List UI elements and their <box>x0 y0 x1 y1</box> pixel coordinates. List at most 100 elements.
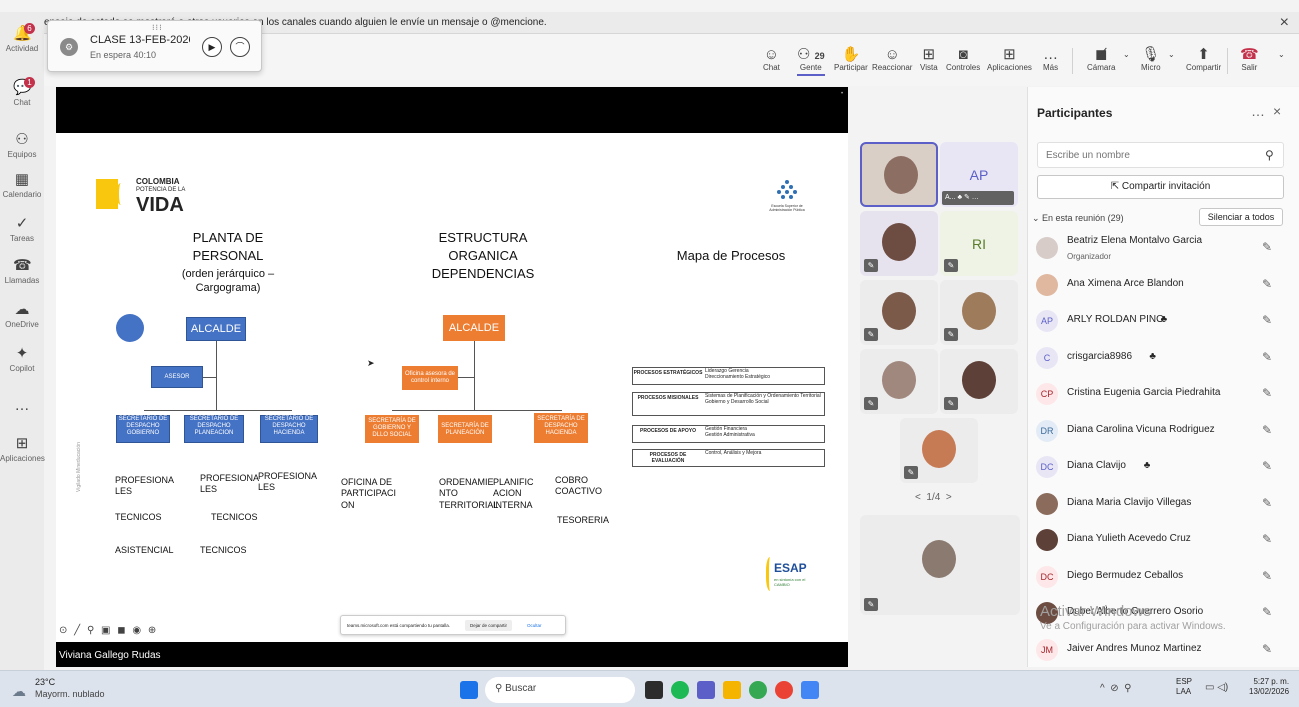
weather-text: Mayorm. nublado <box>35 689 105 699</box>
mic-label: Micro <box>1141 63 1161 72</box>
task-view-icon[interactable] <box>645 681 663 699</box>
participant-row[interactable]: Ana Ximena Arce Blandon ✎ <box>1028 267 1299 303</box>
video-tile[interactable]: RI ✎ <box>940 211 1018 276</box>
rail-item-0[interactable]: 🔔 Actividad 6 <box>0 23 44 53</box>
language-indicator[interactable]: ESP LAA <box>1176 677 1192 697</box>
rail-item-8[interactable]: … <box>0 398 44 416</box>
spotify-icon[interactable] <box>671 681 689 699</box>
end-call-button[interactable]: ⌒ <box>230 37 250 57</box>
participant-row[interactable]: CP Cristina Eugenia Garcia Piedrahita ✎ <box>1028 376 1299 412</box>
divider <box>1227 48 1228 74</box>
participant-row[interactable]: Beatriz Elena Montalvo Garcia Organizador… <box>1028 230 1299 266</box>
mic-off-icon: ✎ <box>864 598 878 611</box>
tray-icons[interactable]: ^ ⊘ ⚲ <box>1100 683 1132 694</box>
react-button[interactable]: ☺ Reaccionar <box>872 46 912 72</box>
process-label: PROCESOS ESTRATÉGICOS <box>633 370 703 376</box>
plus-icon: ⊞ <box>1003 46 1016 63</box>
resume-button[interactable]: ▶ <box>202 37 222 57</box>
rail-item-1[interactable]: 💬 Chat 1 <box>0 77 44 107</box>
view-button[interactable]: ⊞ Vista <box>920 46 938 72</box>
video-tile[interactable]: ✎ <box>860 211 938 276</box>
org-sec-planeacion-box: SECRETARIO DE DESPACHO PLANEACION <box>184 415 244 443</box>
share-invite-button[interactable]: ⇱ Compartir invitación <box>1037 175 1284 199</box>
raise-hand-button[interactable]: ✋ Participar <box>834 46 868 72</box>
participant-row[interactable]: JM Jaiver Andres Munoz Martinez ✎ <box>1028 632 1299 668</box>
process-label: PROCESOS DE APOYO <box>640 428 696 434</box>
explorer-icon[interactable] <box>723 681 741 699</box>
pager-text: 1/4 <box>926 492 941 503</box>
video-tile[interactable]: ✎ <box>860 280 938 345</box>
edge-icon[interactable] <box>749 681 767 699</box>
phone-icon: ☎ <box>13 257 32 274</box>
participant-row[interactable]: Diana Yulieth Acevedo Cruz ✎ <box>1028 522 1299 558</box>
controls-button[interactable]: ◙ Controles <box>946 46 980 72</box>
share-button[interactable]: ⬆ Compartir <box>1186 46 1221 72</box>
rail-item-6[interactable]: ☁ OneDrive <box>0 302 44 330</box>
drag-handle-icon[interactable]: ⁝⁝⁝ <box>152 23 163 32</box>
video-tile[interactable]: ✎ <box>900 418 978 483</box>
rail-item-5[interactable]: ☎ Llamadas <box>0 257 44 286</box>
apps-button[interactable]: ⊞ Aplicaciones <box>987 46 1032 72</box>
rail-item-7[interactable]: ✦ Copilot <box>0 346 44 374</box>
apps-icon: ⊞ <box>15 435 29 452</box>
participant-name: Diana Carolina Vicuna Rodriguez <box>1067 423 1215 435</box>
participant-row[interactable]: DR Diana Carolina Vicuna Rodriguez ✎ <box>1028 413 1299 449</box>
mic-off-icon: ✎ <box>1262 532 1273 546</box>
video-tile[interactable]: AP A... ♣ ✎ … <box>940 142 1018 207</box>
chevron-down-icon[interactable]: ⌄ <box>1123 50 1130 59</box>
share-icon: ⬆ <box>1197 46 1210 63</box>
participant-row[interactable]: AP ARLY ROLDAN PINO ♣ ✎ <box>1028 303 1299 339</box>
mic-button[interactable]: 🎙 Micro <box>1141 46 1161 72</box>
on-hold-call-card[interactable]: ⁝⁝⁝ ⚙ CLASE 13-FEB-2026 - S En espera 40… <box>47 20 262 72</box>
chevron-down-icon[interactable]: ⌄ <box>1168 50 1175 59</box>
calendar-icon: ▦ <box>14 171 30 188</box>
teams-icon[interactable] <box>697 681 715 699</box>
participant-row[interactable]: Diana Maria Clavijo Villegas ✎ <box>1028 486 1299 522</box>
participants-panel: Participantes … × ⚲ ⇱ Compartir invitaci… <box>1027 87 1299 667</box>
chevron-down-icon[interactable]: ⌄ <box>1278 50 1285 59</box>
weather-icon[interactable]: ☁ <box>12 683 26 700</box>
leave-label: Salir <box>1241 63 1258 72</box>
participant-row[interactable]: DC Diego Bermudez Ceballos ✎ <box>1028 559 1299 595</box>
rail-item-3[interactable]: ▦ Calendario <box>0 171 44 200</box>
guest-icon: ♣ <box>1143 460 1151 471</box>
col3-title: Mapa de Procesos <box>676 248 786 263</box>
grid-icon: ⊞ <box>922 46 936 63</box>
start-icon[interactable] <box>460 681 478 699</box>
video-tile-large[interactable]: ✎ <box>860 515 1020 615</box>
rail-item-9[interactable]: ⊞ Aplicaciones <box>0 435 45 464</box>
participant-row[interactable]: DC Diana Clavijo ♣ ✎ <box>1028 449 1299 485</box>
participant-row[interactable]: Ccrisgarcia8986 ♣ ✎ <box>1028 340 1299 376</box>
esap-logo-sub: en sintonía con el CAMBIO <box>774 577 806 587</box>
mute-all-button[interactable]: Silenciar a todos <box>1199 208 1283 226</box>
avatar: CP <box>1036 383 1058 405</box>
apps-label: Aplicaciones <box>987 63 1032 72</box>
taskbar-search[interactable]: ⚲ Buscar <box>485 677 635 703</box>
rail-item-2[interactable]: ⚇ Equipos <box>0 132 44 160</box>
more-button[interactable]: … Más <box>1043 46 1058 72</box>
more-icon[interactable]: … <box>1251 103 1265 119</box>
close-icon[interactable]: × <box>1273 103 1281 119</box>
video-tile[interactable] <box>860 142 938 207</box>
text-cobro-coactivo: COBRO COACTIVO <box>555 475 603 497</box>
stop-sharing-button[interactable]: Dejar de compartir <box>465 620 513 631</box>
app-icon[interactable] <box>801 681 819 699</box>
grid-pager[interactable]: < 1/4 > <box>915 492 952 503</box>
mic-off-icon: ✎ <box>864 259 878 272</box>
video-tile[interactable]: ✎ <box>860 349 938 414</box>
annotation-tools[interactable]: ⊙ ╱ ⚲ ▣ ◼ ◉ ⊕ <box>59 625 158 636</box>
chat-button[interactable]: ☺ Chat <box>763 46 780 72</box>
rail-item-4[interactable]: ✓ Tareas <box>0 216 44 244</box>
network-volume-icon[interactable]: ▭ ◁) <box>1205 682 1228 693</box>
close-icon[interactable]: × <box>1280 14 1289 32</box>
participant-search-input[interactable] <box>1037 142 1284 168</box>
chrome-icon[interactable] <box>775 681 793 699</box>
leave-button[interactable]: ☎ Salir <box>1240 46 1259 72</box>
video-tile[interactable]: ✎ <box>940 349 1018 414</box>
camera-button[interactable]: ◼̸ Cámara <box>1087 46 1115 72</box>
video-tile[interactable]: ✎ <box>940 280 1018 345</box>
in-meeting-header[interactable]: ⌄ En esta reunión (29) <box>1032 213 1124 224</box>
clock[interactable]: 5:27 p. m. 13/02/2026 <box>1249 677 1289 697</box>
people-button[interactable]: ⚇ 29 Gente <box>797 46 825 76</box>
hide-button[interactable]: Ocultar <box>527 623 542 628</box>
